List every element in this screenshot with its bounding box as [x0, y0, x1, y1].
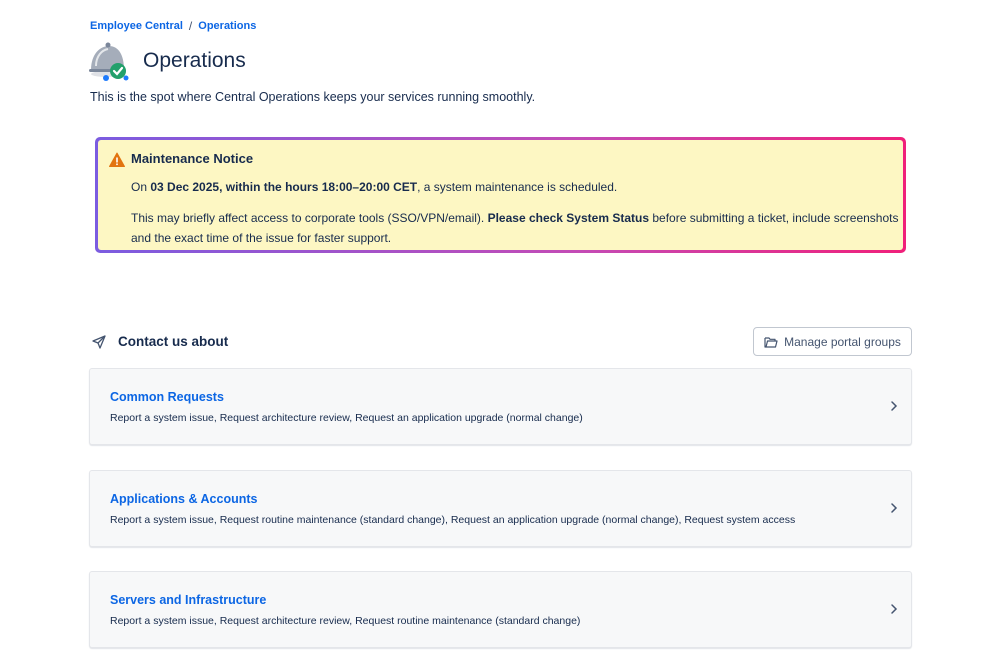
- group-title[interactable]: Common Requests: [110, 390, 224, 404]
- group-card-servers-infrastructure[interactable]: Servers and Infrastructure Report a syst…: [89, 571, 912, 648]
- breadcrumb-operations[interactable]: Operations: [198, 20, 256, 32]
- breadcrumb-separator: /: [188, 19, 193, 33]
- dome-check-icon: [88, 40, 130, 82]
- maintenance-notice-body: Maintenance Notice On 03 Dec 2025, withi…: [98, 140, 903, 250]
- contact-section-header: Contact us about: [92, 334, 228, 349]
- breadcrumb: Employee Central / Operations: [90, 19, 256, 33]
- chevron-right-icon: [891, 503, 898, 513]
- maintenance-notice: Maintenance Notice On 03 Dec 2025, withi…: [95, 137, 906, 253]
- chevron-right-icon: [891, 604, 898, 614]
- contact-title: Contact us about: [118, 334, 229, 349]
- breadcrumb-employee-central[interactable]: Employee Central: [90, 20, 183, 32]
- group-card-common-requests[interactable]: Common Requests Report a system issue, R…: [89, 368, 912, 445]
- chevron-right-icon: [891, 401, 898, 411]
- group-description: Report a system issue, Request architect…: [110, 412, 583, 424]
- notice-schedule-text: On 03 Dec 2025, within the hours 18:00–2…: [131, 180, 617, 194]
- notice-line2-status: Please check System Status: [487, 211, 650, 225]
- notice-title: Maintenance Notice: [131, 151, 254, 166]
- notice-line1-suffix: , a system maintenance is scheduled.: [417, 180, 618, 194]
- manage-portal-groups-label: Manage portal groups: [784, 334, 901, 349]
- notice-impact-text: This may briefly affect access to corpor…: [131, 208, 901, 248]
- notice-line2-prefix: This may briefly affect access to corpor…: [131, 211, 488, 225]
- manage-portal-groups-button[interactable]: Manage portal groups: [753, 327, 912, 356]
- group-card-applications-accounts[interactable]: Applications & Accounts Report a system …: [89, 470, 912, 547]
- notice-line1-prefix: On: [131, 180, 151, 194]
- page-description: This is the spot where Central Operation…: [90, 90, 536, 104]
- notice-line1-date: 03 Dec 2025, within the hours 18:00–20:0…: [150, 180, 418, 194]
- group-description: Report a system issue, Request routine m…: [110, 514, 796, 526]
- portal-header: [88, 40, 130, 82]
- group-title[interactable]: Applications & Accounts: [110, 492, 257, 506]
- warning-icon: [109, 152, 125, 167]
- folder-icon: [764, 336, 778, 348]
- page-title: Operations: [143, 49, 246, 72]
- send-icon: [92, 334, 106, 349]
- group-title[interactable]: Servers and Infrastructure: [110, 593, 266, 607]
- group-description: Report a system issue, Request architect…: [110, 615, 581, 627]
